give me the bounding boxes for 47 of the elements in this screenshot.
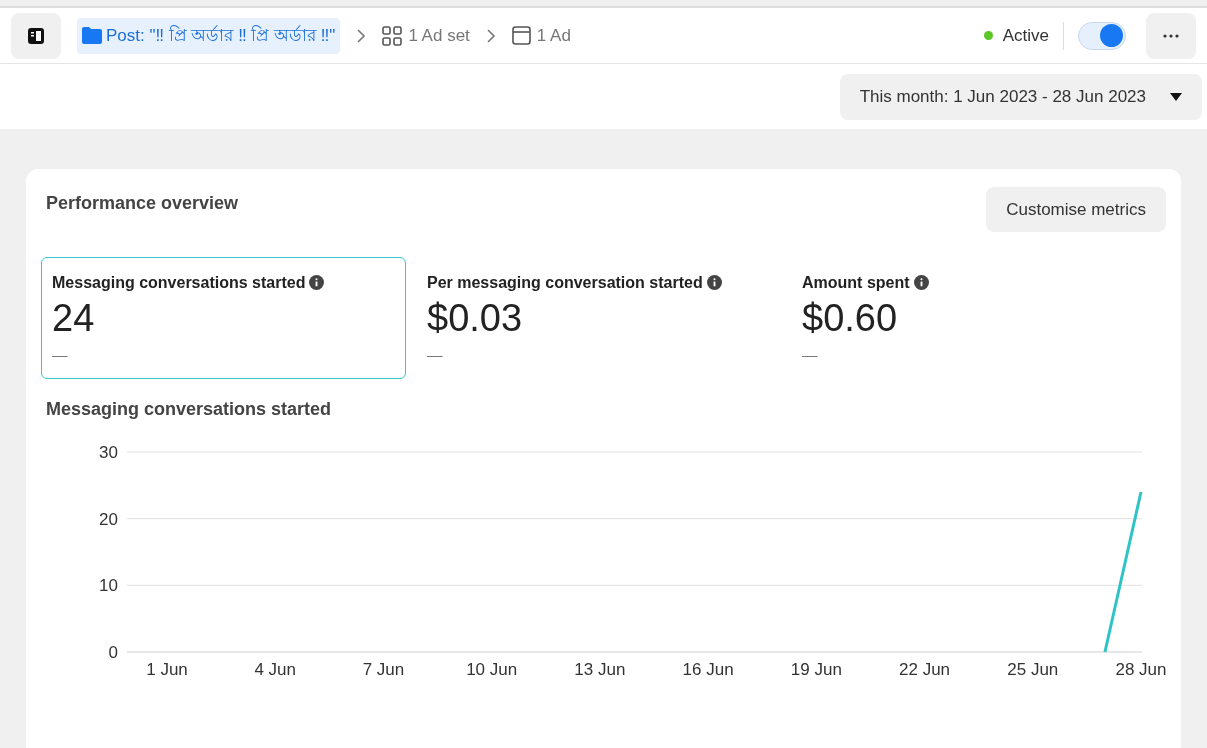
- axis-tick-label: 28 Jun: [1115, 660, 1167, 679]
- ad-set-breadcrumb[interactable]: 1 Ad set: [382, 22, 470, 49]
- grid-icon: [382, 25, 403, 46]
- axis-tick-label: 7 Jun: [362, 660, 405, 679]
- card-title: Performance overview: [46, 192, 239, 215]
- metric-change: ––: [52, 346, 69, 365]
- sidebar-toggle-button[interactable]: [11, 12, 61, 59]
- chart-title: Messaging conversations started: [45, 398, 333, 421]
- axis-tick-label: 13 Jun: [574, 660, 626, 679]
- axis-tick-label: 4 Jun: [254, 660, 296, 679]
- post-breadcrumb[interactable]: Post: "‼ প্রি অর্ডার ‼ প্রি অর্ডার ‼": [77, 17, 341, 54]
- axis-tick-label: 20: [99, 509, 118, 529]
- metric-label: Amount spent: [802, 274, 910, 291]
- date-range-dropdown[interactable]: This month: 1 Jun 2023 - 28 Jun 2023: [839, 73, 1202, 120]
- metric-label: Messaging conversations started: [52, 274, 306, 291]
- axis-tick-label: 25 Jun: [1007, 660, 1059, 679]
- axis-tick-label: 10: [99, 576, 118, 596]
- axis-tick-label: 16 Jun: [682, 660, 734, 679]
- sidebar-icon: [27, 26, 45, 45]
- metric-value: 24: [52, 296, 96, 341]
- metric-label: Per messaging conversation started: [427, 274, 703, 291]
- ad-breadcrumb[interactable]: 1 Ad: [511, 22, 571, 49]
- status-label: Active: [1002, 24, 1049, 47]
- more-icon: [1163, 33, 1179, 38]
- metric-tile[interactable]: Messaging conversations started 24 ––: [41, 257, 406, 379]
- axis-tick-label: 22 Jun: [899, 660, 951, 679]
- info-icon[interactable]: [706, 275, 722, 290]
- axis-tick-label: 30: [99, 443, 118, 462]
- metric-value: $0.60: [802, 296, 899, 341]
- customise-metrics-button[interactable]: Customise metrics: [986, 187, 1166, 232]
- toggle-switch[interactable]: [1078, 21, 1126, 50]
- metric-value: $0.03: [427, 296, 524, 341]
- axis-tick-label: 1 Jun: [146, 660, 188, 679]
- info-icon[interactable]: [913, 275, 929, 290]
- caret-icon: [1170, 92, 1182, 101]
- metric-tile[interactable]: Per messaging conversation started $0.03 ––: [416, 257, 781, 379]
- metric-change: ––: [427, 346, 444, 365]
- chevron-right-icon: [356, 27, 367, 44]
- axis-tick-label: 0: [108, 643, 118, 662]
- metric-tile[interactable]: Amount spent $0.60 ––: [791, 257, 1156, 379]
- window-icon: [511, 26, 531, 45]
- metric-change: ––: [802, 346, 819, 365]
- axis-tick-label: 19 Jun: [790, 660, 842, 679]
- info-icon[interactable]: [309, 275, 325, 290]
- chevron-right-icon: [485, 27, 496, 44]
- axis-tick-label: 10 Jun: [466, 660, 518, 679]
- folder-icon: [82, 27, 102, 44]
